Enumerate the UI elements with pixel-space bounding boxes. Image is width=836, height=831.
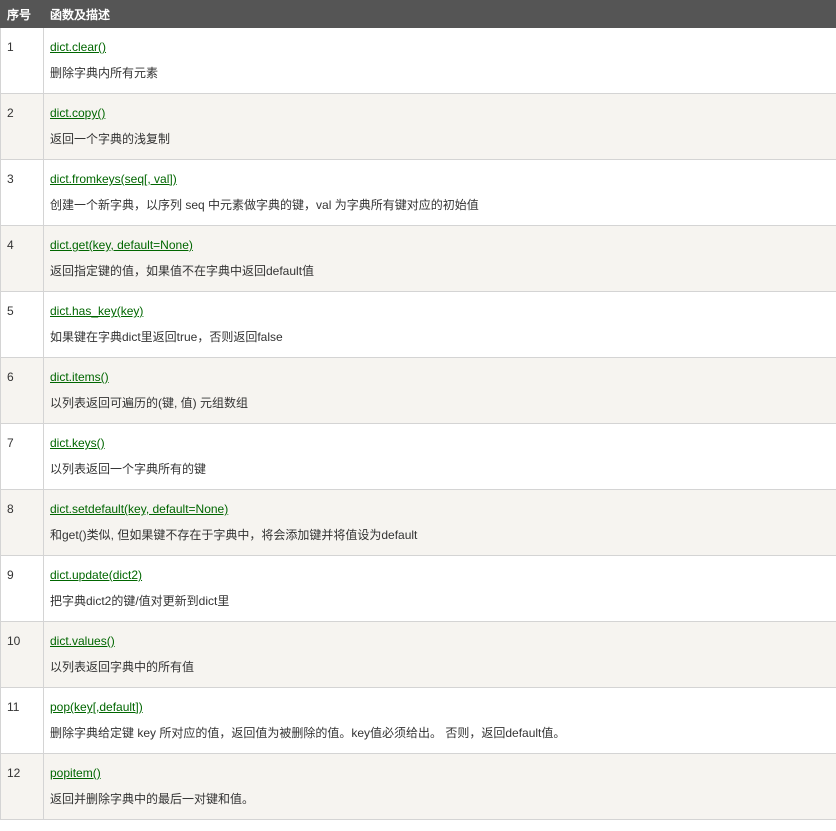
row-number-cell: 6 xyxy=(0,357,44,424)
header-number: 序号 xyxy=(0,0,44,28)
row-content-cell: dict.fromkeys(seq[, val]) 创建一个新字典，以序列 se… xyxy=(43,159,836,226)
table-row: 10 dict.values() 以列表返回字典中的所有值 xyxy=(0,621,836,688)
function-link[interactable]: dict.has_key(key) xyxy=(50,304,143,318)
table-row: 6 dict.items() 以列表返回可遍历的(键, 值) 元组数组 xyxy=(0,357,836,424)
row-number: 4 xyxy=(7,238,14,252)
row-number-cell: 4 xyxy=(0,225,44,292)
row-number-cell: 2 xyxy=(0,93,44,160)
table-row: 1 dict.clear() 删除字典内所有元素 xyxy=(0,27,836,94)
function-description: 如果键在字典dict里返回true，否则返回false xyxy=(50,330,283,344)
function-description: 删除字典内所有元素 xyxy=(50,66,159,80)
row-number-cell: 5 xyxy=(0,291,44,358)
row-content-cell: dict.values() 以列表返回字典中的所有值 xyxy=(43,621,836,688)
row-content-cell: dict.get(key, default=None) 返回指定键的值，如果值不… xyxy=(43,225,836,292)
row-content-cell: popitem() 返回并删除字典中的最后一对键和值。 xyxy=(43,753,836,820)
header-function-description: 函数及描述 xyxy=(43,0,836,28)
row-content-cell: dict.clear() 删除字典内所有元素 xyxy=(43,27,836,94)
table-row: 12 popitem() 返回并删除字典中的最后一对键和值。 xyxy=(0,753,836,820)
function-description: 以列表返回字典中的所有值 xyxy=(50,660,195,674)
table-row: 9 dict.update(dict2) 把字典dict2的键/值对更新到dic… xyxy=(0,555,836,622)
row-number: 8 xyxy=(7,502,14,516)
row-number: 9 xyxy=(7,568,14,582)
function-link[interactable]: dict.keys() xyxy=(50,436,105,450)
row-content-cell: dict.keys() 以列表返回一个字典所有的键 xyxy=(43,423,836,490)
row-number: 12 xyxy=(7,766,21,780)
table-row: 11 pop(key[,default]) 删除字典给定键 key 所对应的值，… xyxy=(0,687,836,754)
row-content-cell: dict.setdefault(key, default=None) 和get(… xyxy=(43,489,836,556)
function-link[interactable]: dict.fromkeys(seq[, val]) xyxy=(50,172,177,186)
row-number-cell: 11 xyxy=(0,687,44,754)
row-number: 10 xyxy=(7,634,21,648)
row-number-cell: 1 xyxy=(0,27,44,94)
row-content-cell: pop(key[,default]) 删除字典给定键 key 所对应的值，返回值… xyxy=(43,687,836,754)
row-content-cell: dict.has_key(key) 如果键在字典dict里返回true，否则返回… xyxy=(43,291,836,358)
row-number: 1 xyxy=(7,40,14,54)
row-number-cell: 8 xyxy=(0,489,44,556)
function-link[interactable]: dict.copy() xyxy=(50,106,105,120)
row-number-cell: 12 xyxy=(0,753,44,820)
function-link[interactable]: dict.setdefault(key, default=None) xyxy=(50,502,228,516)
function-description: 返回并删除字典中的最后一对键和值。 xyxy=(50,792,255,806)
row-number-cell: 10 xyxy=(0,621,44,688)
row-number: 2 xyxy=(7,106,14,120)
dict-methods-table: 序号 函数及描述 1 dict.clear() 删除字典内所有元素 2 dict… xyxy=(0,0,836,820)
row-number: 5 xyxy=(7,304,14,318)
table-header-row: 序号 函数及描述 xyxy=(0,0,836,28)
row-number-cell: 3 xyxy=(0,159,44,226)
table-row: 3 dict.fromkeys(seq[, val]) 创建一个新字典，以序列 … xyxy=(0,159,836,226)
row-content-cell: dict.items() 以列表返回可遍历的(键, 值) 元组数组 xyxy=(43,357,836,424)
function-description: 返回一个字典的浅复制 xyxy=(50,132,171,146)
row-number: 11 xyxy=(7,700,20,714)
function-description: 把字典dict2的键/值对更新到dict里 xyxy=(50,594,230,608)
function-link[interactable]: dict.get(key, default=None) xyxy=(50,238,193,252)
function-link[interactable]: dict.values() xyxy=(50,634,115,648)
function-link[interactable]: pop(key[,default]) xyxy=(50,700,143,714)
row-number: 7 xyxy=(7,436,14,450)
function-description: 返回指定键的值，如果值不在字典中返回default值 xyxy=(50,264,315,278)
row-number: 3 xyxy=(7,172,14,186)
table-row: 5 dict.has_key(key) 如果键在字典dict里返回true，否则… xyxy=(0,291,836,358)
function-description: 以列表返回可遍历的(键, 值) 元组数组 xyxy=(50,396,248,410)
function-description: 和get()类似, 但如果键不存在于字典中，将会添加键并将值设为default xyxy=(50,528,418,542)
row-content-cell: dict.update(dict2) 把字典dict2的键/值对更新到dict里 xyxy=(43,555,836,622)
table-row: 8 dict.setdefault(key, default=None) 和ge… xyxy=(0,489,836,556)
function-description: 创建一个新字典，以序列 seq 中元素做字典的键，val 为字典所有键对应的初始… xyxy=(50,198,479,212)
row-number-cell: 9 xyxy=(0,555,44,622)
table-row: 2 dict.copy() 返回一个字典的浅复制 xyxy=(0,93,836,160)
row-number: 6 xyxy=(7,370,14,384)
function-link[interactable]: dict.update(dict2) xyxy=(50,568,142,582)
function-link[interactable]: dict.clear() xyxy=(50,40,106,54)
table-row: 4 dict.get(key, default=None) 返回指定键的值，如果… xyxy=(0,225,836,292)
function-description: 以列表返回一个字典所有的键 xyxy=(50,462,207,476)
function-link[interactable]: popitem() xyxy=(50,766,101,780)
row-content-cell: dict.copy() 返回一个字典的浅复制 xyxy=(43,93,836,160)
function-link[interactable]: dict.items() xyxy=(50,370,109,384)
table-row: 7 dict.keys() 以列表返回一个字典所有的键 xyxy=(0,423,836,490)
function-description: 删除字典给定键 key 所对应的值，返回值为被删除的值。key值必须给出。 否则… xyxy=(50,726,566,740)
row-number-cell: 7 xyxy=(0,423,44,490)
